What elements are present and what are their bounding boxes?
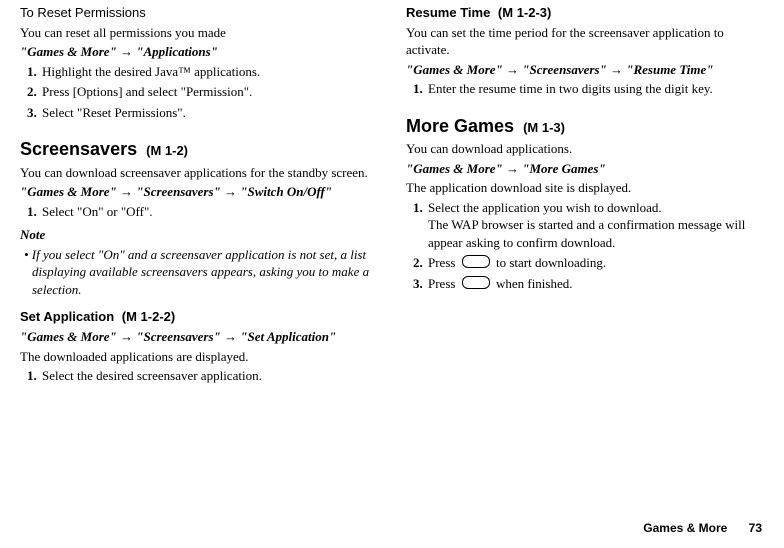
steps-resume: Enter the resume time in two digits usin… [406,80,764,98]
text-resume-intro: You can set the time period for the scre… [406,24,764,59]
heading-text: Set Application [20,309,114,324]
text-more-intro: You can download applications. [406,140,764,158]
heading-screensavers: Screensavers (M 1-2) [20,137,378,161]
step-text: Press [428,255,459,270]
footer-page-number: 73 [749,521,762,535]
menu-code: (M 1-2-3) [498,5,551,20]
center-key-icon [462,276,490,289]
steps-more-games: Select the application you wish to downl… [406,199,764,293]
path-more-games: "Games & More" → "More Games" [406,160,764,178]
menu-code: (M 1-2) [146,143,188,158]
list-item: Highlight the desired Java™ applications… [40,63,378,81]
note-label: Note [20,226,378,244]
path-resume: "Games & More" → "Screensavers" → "Resum… [406,61,764,79]
text-more-intro2: The application download site is display… [406,179,764,197]
list-item: Select the desired screensaver applicati… [40,367,378,385]
center-key-icon [462,255,490,268]
menu-code: (M 1-2-2) [122,309,175,324]
list-item: Press to start downloading. [426,254,764,272]
list-item: Enter the resume time in two digits usin… [426,80,764,98]
heading-more-games: More Games (M 1-3) [406,114,764,138]
left-column: To Reset Permissions You can reset all p… [20,4,378,389]
right-column: Resume Time (M 1-2-3) You can set the ti… [406,4,764,389]
list-item: Select "Reset Permissions". [40,104,378,122]
step-text: when finished. [493,276,573,291]
heading-text: Screensavers [20,139,137,159]
menu-code: (M 1-3) [523,120,565,135]
step-text: Press [428,276,459,291]
steps-reset: Highlight the desired Java™ applications… [20,63,378,122]
heading-reset-permissions: To Reset Permissions [20,4,378,22]
heading-set-application: Set Application (M 1-2-2) [20,308,378,326]
footer-section: Games & More [643,521,727,535]
list-item: Select the application you wish to downl… [426,199,764,252]
text-set-intro: The downloaded applications are displaye… [20,348,378,366]
heading-resume-time: Resume Time (M 1-2-3) [406,4,764,22]
page-footer: Games & More 73 [643,520,762,536]
steps-set-application: Select the desired screensaver applicati… [20,367,378,385]
heading-text: More Games [406,116,514,136]
steps-ss: Select "On" or "Off". [20,203,378,221]
path-set-application: "Games & More" → "Screensavers" → "Set A… [20,328,378,346]
text-reset-intro: You can reset all permissions you made [20,24,378,42]
step-subtext: The WAP browser is started and a confirm… [428,217,745,250]
step-text: Select the application you wish to downl… [428,200,662,215]
heading-text: Resume Time [406,5,490,20]
step-text: to start downloading. [493,255,606,270]
list-item: Press [Options] and select "Permission". [40,83,378,101]
note-body: • If you select "On" and a screensaver a… [20,246,378,299]
list-item: Select "On" or "Off". [40,203,378,221]
path-reset: "Games & More" → "Applications" [20,43,378,61]
list-item: Press when finished. [426,275,764,293]
text-ss-intro: You can download screensaver application… [20,164,378,182]
path-ss: "Games & More" → "Screensavers" → "Switc… [20,183,378,201]
